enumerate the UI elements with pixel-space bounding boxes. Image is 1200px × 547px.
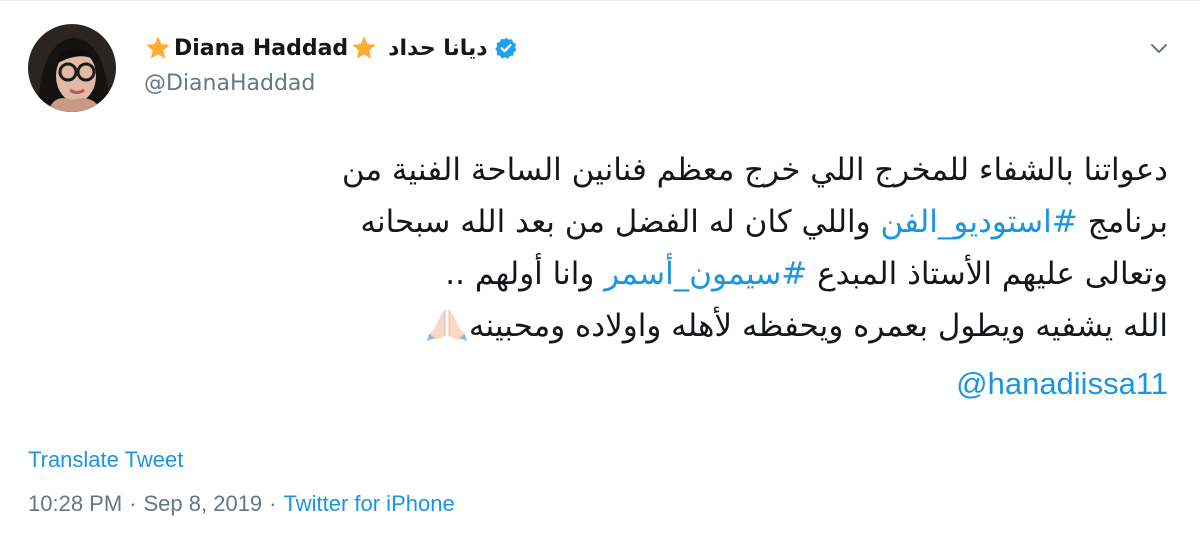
tweet-text-line: دعواتنا بالشفاء للمخرج اللي خرج معظم فنا… [38,144,1168,196]
tweet-card: Diana Haddad ديانا حداد @DianaHaddad دعو… [0,0,1200,547]
star-icon [144,34,172,62]
translate-tweet-button[interactable]: Translate Tweet [28,447,183,473]
tweet-metadata: 10:28 PM · Sep 8, 2019 · Twitter for iPhone [28,491,455,517]
tweet-text: دعواتنا بالشفاء للمخرج اللي خرج معظم فنا… [38,144,1168,410]
author-name-link[interactable]: Diana Haddad ديانا حداد [144,31,518,65]
tweet-text-segment: الله يشفيه ويطول بعمره ويحفظه لأهله واول… [468,308,1168,344]
author-display-name: Diana Haddad [174,35,349,61]
author-handle[interactable]: @DianaHaddad [144,71,518,96]
mention-link[interactable]: @hanadiissa11 [956,366,1168,401]
chevron-down-icon[interactable] [1148,37,1170,59]
tweet-mention-line: @hanadiissa11 [38,358,1168,410]
tweet-text-segment: وانا أولهم .. [445,256,605,292]
author-arabic-name: ديانا حداد [388,35,488,61]
tweet-time[interactable]: 10:28 PM [28,491,122,516]
avatar[interactable] [28,24,116,112]
tweet-source-link[interactable]: Twitter for iPhone [284,491,455,516]
tweet-text-segment: برنامج [1077,204,1168,240]
tweet-date[interactable]: Sep 8, 2019 [144,491,263,516]
verified-badge-icon [494,36,518,60]
meta-separator: · [129,491,137,516]
tweet-text-segment: دعواتنا بالشفاء للمخرج اللي خرج معظم فنا… [341,152,1168,188]
hashtag-link[interactable]: #سيمون_أسمر [604,256,807,292]
tweet-text-segment: واللي كان له الفضل من بعد الله سبحانه [360,204,881,240]
star-icon [350,34,378,62]
tweet-header: Diana Haddad ديانا حداد @DianaHaddad [144,31,518,96]
hashtag-link[interactable]: #استوديو_الفن [881,204,1078,240]
folded-hands-emoji-icon [425,306,469,358]
meta-separator: · [269,491,277,516]
tweet-text-segment: وتعالى عليهم الأستاذ المبدع [807,256,1168,292]
tweet-text-line: برنامج #استوديو_الفن واللي كان له الفضل … [38,196,1168,248]
tweet-text-line: وتعالى عليهم الأستاذ المبدع #سيمون_أسمر … [38,248,1168,300]
tweet-text-line: الله يشفيه ويطول بعمره ويحفظه لأهله واول… [38,300,1168,358]
